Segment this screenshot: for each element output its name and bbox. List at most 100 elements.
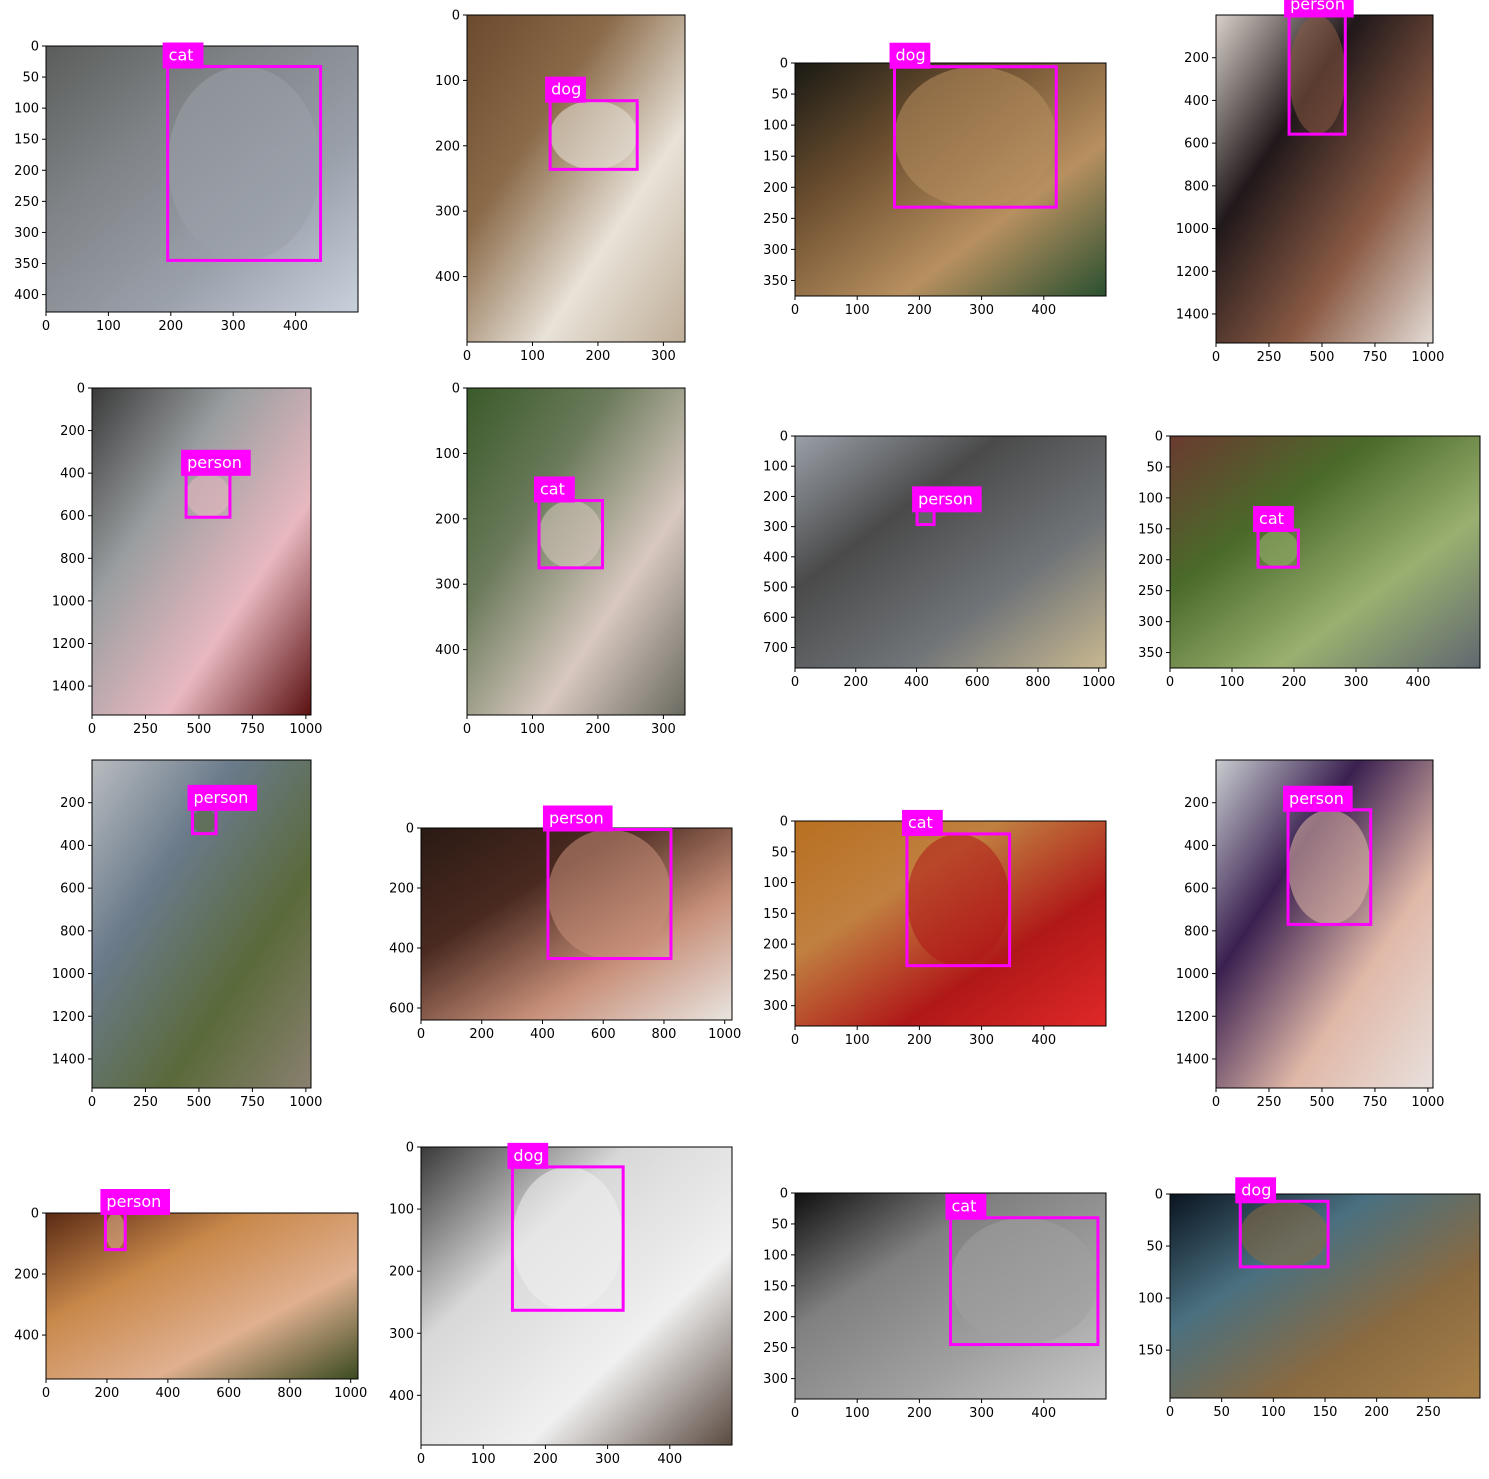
x-tick-label: 250 xyxy=(1416,1405,1441,1420)
subject-region xyxy=(894,66,1057,208)
panel-11: 0 100 200 300 400 0 50 100 150 200 250 300 cat xyxy=(763,809,1107,1048)
y-tick-label: 800 xyxy=(60,552,85,567)
panel-15: 0 100 200 300 400 0 50 100 150 200 250 300 cat xyxy=(763,1187,1107,1421)
y-tick-label: 500 xyxy=(763,581,788,596)
x-tick-label: 500 xyxy=(187,1095,212,1110)
detection-label: dog xyxy=(896,46,926,65)
x-tick-label: 200 xyxy=(907,1033,932,1048)
y-tick-label: 1000 xyxy=(52,967,85,982)
detection-label: dog xyxy=(513,1146,543,1165)
detection-label: cat xyxy=(908,813,933,832)
x-tick-label: 100 xyxy=(471,1452,496,1467)
y-tick-label: 250 xyxy=(1138,584,1163,599)
y-tick-label: 300 xyxy=(763,243,788,258)
subject-region xyxy=(186,473,230,518)
detection-label: dog xyxy=(551,80,581,99)
x-tick-label: 150 xyxy=(1313,1405,1338,1420)
x-tick-label: 400 xyxy=(1406,675,1431,690)
photo xyxy=(1170,436,1480,668)
y-tick-label: 250 xyxy=(763,1341,788,1356)
x-tick-label: 1000 xyxy=(334,1386,367,1401)
y-tick-label: 50 xyxy=(771,845,788,860)
x-tick-label: 100 xyxy=(1261,1405,1286,1420)
y-tick-label: 150 xyxy=(1138,522,1163,537)
y-tick-label: 250 xyxy=(14,195,39,210)
y-tick-label: 100 xyxy=(763,1248,788,1263)
y-tick-label: 200 xyxy=(14,164,39,179)
x-tick-label: 0 xyxy=(1166,1405,1174,1420)
y-tick-label: 1000 xyxy=(52,594,85,609)
subject-region xyxy=(917,510,935,525)
x-tick-label: 300 xyxy=(1344,675,1369,690)
y-tick-label: 600 xyxy=(389,1002,414,1017)
y-tick-label: 400 xyxy=(389,942,414,957)
y-tick-label: 600 xyxy=(60,509,85,524)
x-tick-label: 0 xyxy=(791,1033,799,1048)
x-tick-label: 0 xyxy=(42,319,50,334)
y-tick-label: 200 xyxy=(763,938,788,953)
photo xyxy=(795,436,1106,668)
panel-13: 0 200 400 600 800 1000 0 200 400 person xyxy=(14,1189,367,1401)
y-tick-label: 150 xyxy=(1138,1344,1163,1359)
x-tick-label: 200 xyxy=(95,1386,120,1401)
x-tick-label: 400 xyxy=(1031,1033,1056,1048)
y-tick-label: 100 xyxy=(435,74,460,89)
x-tick-label: 750 xyxy=(240,1095,265,1110)
x-tick-label: 750 xyxy=(1363,1095,1388,1110)
y-tick-label: 200 xyxy=(14,1268,39,1283)
y-tick-label: 0 xyxy=(31,1207,39,1222)
x-tick-label: 0 xyxy=(1212,350,1220,365)
y-tick-label: 1200 xyxy=(52,637,85,652)
x-tick-label: 0 xyxy=(88,1095,96,1110)
y-tick-label: 50 xyxy=(22,71,39,86)
y-tick-label: 100 xyxy=(763,119,788,134)
y-tick-label: 200 xyxy=(435,512,460,527)
panel-1: 0 100 200 300 400 0 50 100 150 200 250 300 350 400 cat xyxy=(14,40,359,334)
y-tick-label: 50 xyxy=(771,88,788,103)
x-tick-label: 200 xyxy=(586,722,611,737)
x-tick-label: 250 xyxy=(133,722,158,737)
y-tick-label: 600 xyxy=(1184,882,1209,897)
x-tick-label: 100 xyxy=(1220,675,1245,690)
detection-label: cat xyxy=(169,46,194,65)
x-tick-label: 800 xyxy=(277,1386,302,1401)
y-tick-label: 50 xyxy=(1146,460,1163,475)
y-tick-label: 150 xyxy=(14,133,39,148)
x-tick-label: 200 xyxy=(469,1027,494,1042)
subject-region xyxy=(1258,530,1299,568)
x-tick-label: 200 xyxy=(907,303,932,318)
x-tick-label: 500 xyxy=(1310,350,1335,365)
y-tick-label: 0 xyxy=(452,9,460,24)
x-tick-label: 1000 xyxy=(1082,675,1115,690)
y-tick-label: 200 xyxy=(763,181,788,196)
y-tick-label: 1200 xyxy=(52,1010,85,1025)
y-tick-label: 1000 xyxy=(1176,222,1209,237)
subject-region xyxy=(550,100,638,170)
subject-region xyxy=(547,829,671,959)
x-tick-label: 400 xyxy=(1031,303,1056,318)
y-tick-label: 200 xyxy=(435,139,460,154)
y-tick-label: 0 xyxy=(780,430,788,445)
subject-region xyxy=(1240,1201,1329,1267)
y-tick-label: 600 xyxy=(763,611,788,626)
y-tick-label: 100 xyxy=(763,460,788,475)
y-tick-label: 0 xyxy=(77,382,85,397)
detection-label: person xyxy=(106,1192,161,1211)
panel-10: 0 200 400 600 800 1000 0 200 400 600 person xyxy=(389,805,741,1042)
y-tick-label: 300 xyxy=(14,226,39,241)
y-tick-label: 400 xyxy=(435,270,460,285)
x-tick-label: 0 xyxy=(791,1406,799,1421)
x-tick-label: 600 xyxy=(965,675,990,690)
y-tick-label: 0 xyxy=(406,1141,414,1156)
x-tick-label: 400 xyxy=(904,675,929,690)
y-tick-label: 400 xyxy=(60,839,85,854)
panel-12: 0 250 500 750 1000 200 400 600 800 1000 1200 1400 pe… xyxy=(1176,759,1444,1110)
detection-grid: 0 100 200 300 400 0 50 100 150 200 250 300 350 400 cat… xyxy=(14,0,1481,1467)
y-tick-label: 1200 xyxy=(1176,1010,1209,1025)
y-tick-label: 150 xyxy=(763,150,788,165)
x-tick-label: 1000 xyxy=(289,1095,322,1110)
photo xyxy=(92,388,311,715)
y-tick-label: 1200 xyxy=(1176,265,1209,280)
y-tick-label: 800 xyxy=(60,924,85,939)
y-tick-label: 0 xyxy=(780,815,788,830)
